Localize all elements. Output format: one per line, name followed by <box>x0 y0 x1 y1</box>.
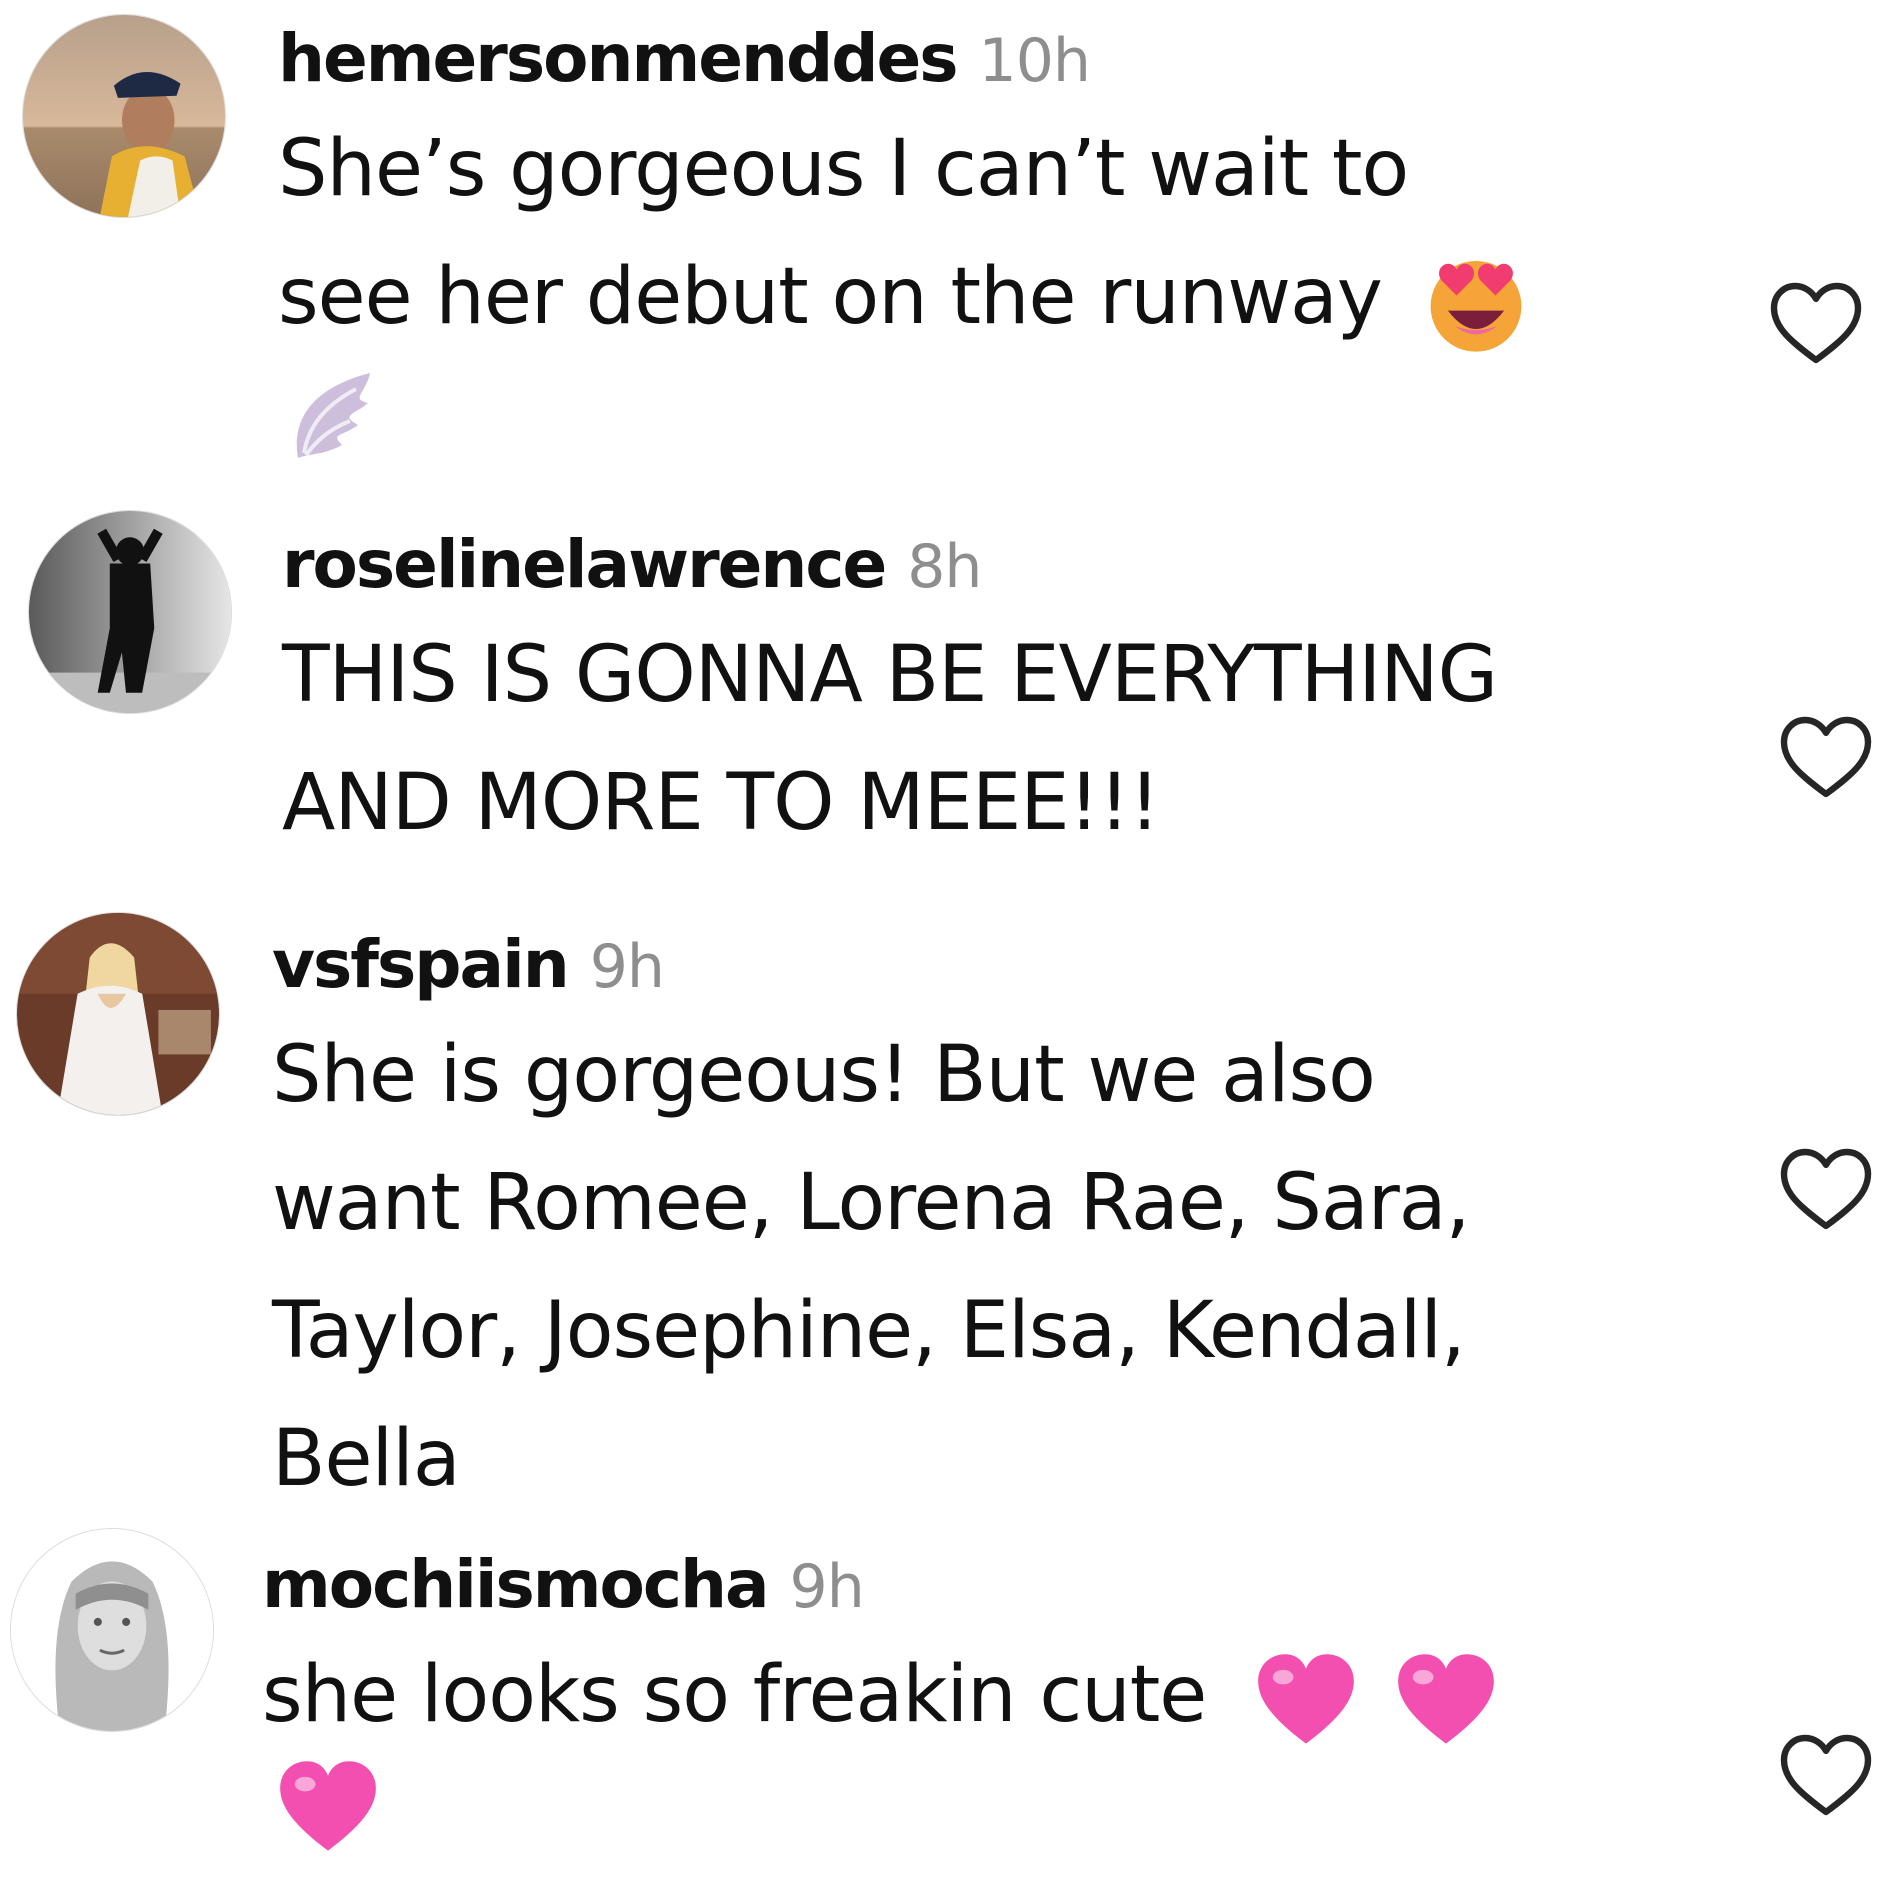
comment-text: THIS IS GONNA BE EVERYTHING AND MORE TO … <box>282 611 1498 867</box>
comment-line: see her debut on the runway <box>278 233 1530 361</box>
avatar[interactable] <box>16 912 220 1116</box>
username[interactable]: hemersonmenddes <box>278 20 959 97</box>
comment-body: hemersonmenddes 10h She’s gorgeous I can… <box>278 20 1530 467</box>
avatar[interactable] <box>10 1528 214 1732</box>
comment-header: hemersonmenddes 10h <box>278 20 1530 97</box>
comment-body: mochiismocha 9h she looks so freakin cut… <box>262 1546 1498 1859</box>
comment-header: vsfspain 9h <box>272 926 1469 1003</box>
comment-line: Bella <box>272 1414 461 1504</box>
like-button[interactable] <box>1778 1730 1874 1818</box>
timestamp[interactable]: 9h <box>590 932 665 1002</box>
like-button[interactable] <box>1768 278 1864 366</box>
username[interactable]: vsfspain <box>272 926 570 1003</box>
comment-line: she looks so freakin cute <box>262 1631 1498 1759</box>
comment-line: She’s gorgeous I can’t wait to <box>278 124 1409 214</box>
comment-item: hemersonmenddes 10h She’s gorgeous I can… <box>0 0 1900 500</box>
comment-body: vsfspain 9h She is gorgeous! But we also… <box>272 926 1470 1523</box>
comment-line: AND MORE TO MEEE!!! <box>282 758 1160 848</box>
wing-emoji <box>278 363 1530 467</box>
comment-line-text: see her debut on the runway <box>278 252 1383 342</box>
comment-line: She is gorgeous! But we also <box>272 1030 1376 1120</box>
avatar-photo <box>23 15 225 217</box>
timestamp[interactable]: 10h <box>979 26 1091 96</box>
avatar-photo <box>11 1529 213 1731</box>
avatar[interactable] <box>22 14 226 218</box>
timestamp[interactable]: 8h <box>907 532 982 602</box>
timestamp[interactable]: 9h <box>790 1552 865 1622</box>
heart-outline-icon <box>1770 282 1862 364</box>
comment-header: mochiismocha 9h <box>262 1546 1498 1623</box>
heart-outline-icon <box>1780 716 1872 798</box>
comment-line: want Romee, Lorena Rae, Sara, <box>272 1158 1470 1248</box>
heart-outline-icon <box>1780 1148 1872 1230</box>
comment-line: THIS IS GONNA BE EVERYTHING <box>282 630 1498 720</box>
pink-heart-emoji <box>276 1759 1498 1859</box>
comment-line-text: she looks so freakin cute <box>262 1650 1207 1740</box>
heart-outline-icon <box>1780 1734 1872 1816</box>
comment-body: roselinelawrence 8h THIS IS GONNA BE EVE… <box>282 526 1498 867</box>
username[interactable]: mochiismocha <box>262 1546 770 1623</box>
avatar[interactable] <box>28 510 232 714</box>
comment-item: mochiismocha 9h she looks so freakin cut… <box>0 1520 1900 1900</box>
pink-heart-emoji <box>1394 1652 1498 1748</box>
comment-text: She is gorgeous! But we also want Romee,… <box>272 1011 1470 1523</box>
heart-eyes-emoji <box>1422 248 1530 356</box>
comment-item: roselinelawrence 8h THIS IS GONNA BE EVE… <box>0 500 1900 900</box>
avatar-photo <box>17 913 219 1115</box>
like-button[interactable] <box>1778 712 1874 800</box>
comment-header: roselinelawrence 8h <box>282 526 1497 603</box>
username[interactable]: roselinelawrence <box>282 526 887 603</box>
pink-heart-emoji <box>1254 1652 1358 1748</box>
comment-text: she looks so freakin cute <box>262 1631 1498 1759</box>
like-button[interactable] <box>1778 1144 1874 1232</box>
comment-line: Taylor, Josephine, Elsa, Kendall, <box>272 1286 1466 1376</box>
comment-item: vsfspain 9h She is gorgeous! But we also… <box>0 900 1900 1520</box>
avatar-photo <box>29 511 231 713</box>
comment-text: She’s gorgeous I can’t wait to see her d… <box>278 105 1530 361</box>
